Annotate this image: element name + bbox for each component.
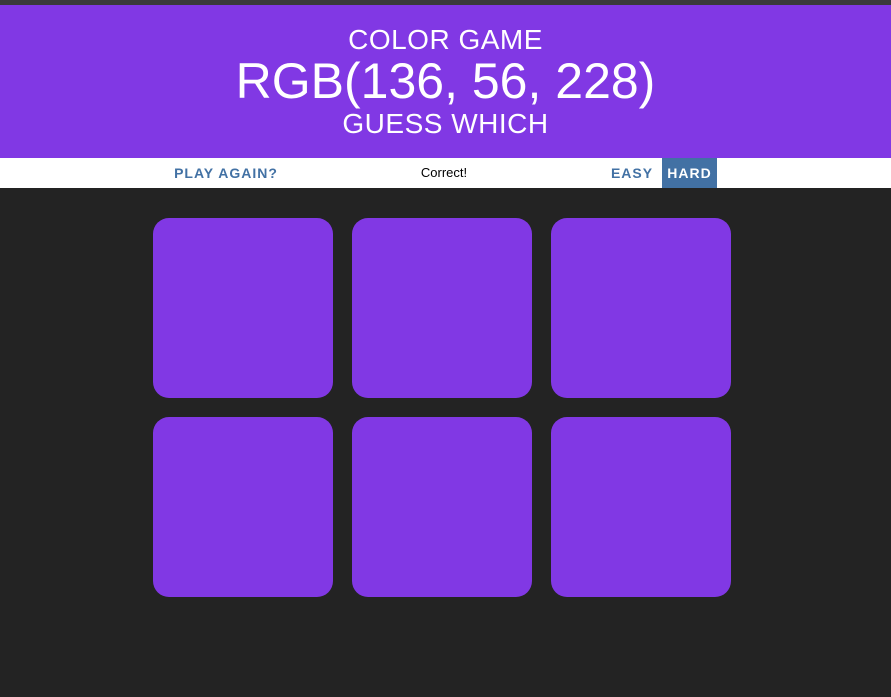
color-square[interactable] (153, 417, 333, 597)
color-square[interactable] (551, 218, 731, 398)
hard-mode-button[interactable]: HARD (662, 158, 717, 188)
game-title: COLOR GAME (348, 24, 543, 55)
color-square[interactable] (153, 218, 333, 398)
play-again-button[interactable]: PLAY AGAIN? (172, 158, 280, 188)
color-square[interactable] (551, 417, 731, 597)
game-header: COLOR GAME RGB(136, 56, 228) GUESS WHICH (0, 5, 891, 158)
rgb-target-display: RGB(136, 56, 228) (235, 53, 656, 109)
control-stripe: PLAY AGAIN? Correct! EASY HARD (0, 158, 891, 188)
color-square[interactable] (352, 218, 532, 398)
color-square[interactable] (352, 417, 532, 597)
easy-mode-button[interactable]: EASY (607, 158, 657, 188)
game-subtitle: GUESS WHICH (342, 108, 549, 139)
result-message: Correct! (420, 165, 468, 180)
